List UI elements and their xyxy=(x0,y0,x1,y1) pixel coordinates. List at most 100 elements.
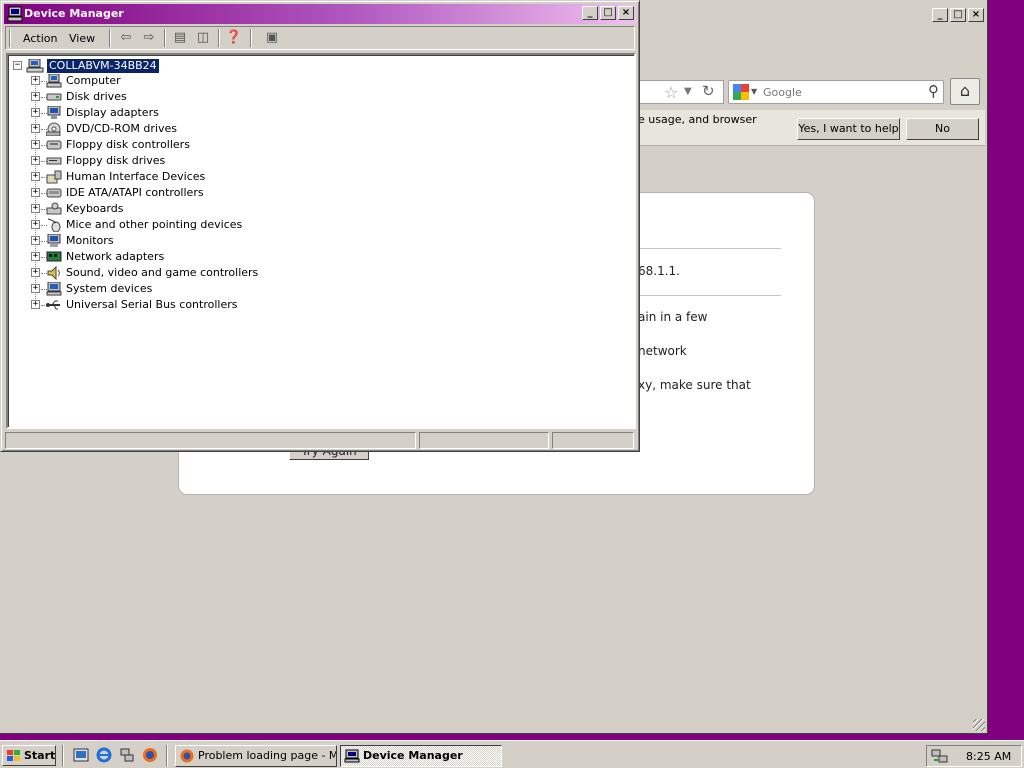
expand-icon[interactable]: + xyxy=(31,76,40,85)
bookmark-star-icon[interactable]: ☆ xyxy=(664,83,678,102)
expand-icon[interactable]: + xyxy=(31,108,40,117)
back-arrow-icon[interactable]: ⇦ xyxy=(117,30,135,46)
expand-icon[interactable]: + xyxy=(31,252,40,261)
minimize-button[interactable]: _ xyxy=(582,6,598,20)
expand-icon[interactable]: + xyxy=(31,268,40,277)
expand-icon[interactable]: + xyxy=(31,220,40,229)
search-box[interactable]: ▼ Google ⚲ xyxy=(728,80,944,104)
resize-grip[interactable] xyxy=(973,719,985,731)
close-button[interactable]: × xyxy=(968,8,984,22)
toolbar-grip xyxy=(9,29,11,47)
menu-view[interactable]: View xyxy=(69,32,95,45)
device-tree[interactable]: − COLLABVM-34BB24 + Computer + Disk drives +… xyxy=(6,53,636,429)
tree-item[interactable]: + Floppy disk drives xyxy=(8,153,408,169)
maximize-button[interactable]: □ xyxy=(950,8,966,22)
tree-item[interactable]: + Mice and other pointing devices xyxy=(8,217,408,233)
google-logo-icon xyxy=(733,84,749,100)
scan-hardware-icon[interactable]: ▣ xyxy=(263,30,281,46)
tree-item[interactable]: + Monitors xyxy=(8,233,408,249)
forward-arrow-icon[interactable]: ⇨ xyxy=(140,30,158,46)
usb-icon xyxy=(46,300,60,310)
tree-item[interactable]: + Universal Serial Bus controllers xyxy=(8,297,408,313)
device-manager-icon xyxy=(7,6,23,22)
tree-item-label: Sound, video and game controllers xyxy=(66,266,259,279)
search-placeholder: Google xyxy=(763,86,802,99)
expand-icon[interactable]: + xyxy=(31,236,40,245)
tree-item[interactable]: + Human Interface Devices xyxy=(8,169,408,185)
up-folder-icon[interactable]: ▤ xyxy=(171,30,189,46)
title-bar[interactable]: Device Manager _ □ × xyxy=(4,4,636,24)
reload-icon[interactable]: ↻ xyxy=(702,82,715,100)
network-icon[interactable] xyxy=(119,747,135,763)
tree-item[interactable]: + Keyboards xyxy=(8,201,408,217)
error-text-retry: ain in a few xyxy=(638,310,708,324)
computer-name[interactable]: COLLABVM-34BB24 xyxy=(46,58,160,74)
yes-help-button[interactable]: Yes, I want to help xyxy=(797,118,900,140)
toolbar-separator xyxy=(218,29,220,47)
browser-nav-bar: ☆ ▼ ↻ ▼ Google ⚲ ⌂ xyxy=(640,78,984,106)
tree-item-label: DVD/CD-ROM drives xyxy=(66,122,177,135)
tree-item[interactable]: + Disk drives xyxy=(8,89,408,105)
browser-caption-buttons: _ □ × xyxy=(932,8,984,22)
expand-icon[interactable]: + xyxy=(31,188,40,197)
tree-item[interactable]: + Network adapters xyxy=(8,249,408,265)
status-pane xyxy=(5,432,416,449)
sound-icon xyxy=(47,266,60,280)
ide-controller-icon xyxy=(46,188,62,198)
minimize-button[interactable]: _ xyxy=(932,8,948,22)
disk-drive-icon xyxy=(46,93,62,101)
search-icon[interactable]: ⚲ xyxy=(928,82,939,100)
collapse-icon[interactable]: − xyxy=(13,61,22,70)
tree-item-label: Mice and other pointing devices xyxy=(66,218,243,231)
properties-help-icon[interactable]: ❓ xyxy=(225,30,243,46)
taskbar-separator xyxy=(166,745,168,766)
menu-action[interactable]: Action xyxy=(23,32,57,45)
expand-icon[interactable]: + xyxy=(31,172,40,181)
notification-message: e usage, and browser xyxy=(638,113,757,126)
expand-icon[interactable]: + xyxy=(31,284,40,293)
home-button[interactable]: ⌂ xyxy=(950,78,980,105)
task-button-firefox[interactable]: Problem loading page - M... xyxy=(175,745,337,767)
search-engine-dropdown-icon[interactable]: ▼ xyxy=(751,87,757,96)
display-adapter-icon xyxy=(47,106,61,119)
close-button[interactable]: × xyxy=(618,6,634,20)
controller-icon xyxy=(46,140,62,150)
tree-item[interactable]: + IDE ATA/ATAPI controllers xyxy=(8,185,408,201)
no-button[interactable]: No xyxy=(906,118,979,140)
status-pane xyxy=(419,432,549,449)
expand-icon[interactable]: + xyxy=(31,300,40,309)
tree-item[interactable]: + System devices xyxy=(8,281,408,297)
expand-icon[interactable]: + xyxy=(31,124,40,133)
task-button-device-manager[interactable]: Device Manager xyxy=(340,745,502,767)
expand-icon[interactable]: + xyxy=(31,92,40,101)
internet-explorer-icon[interactable] xyxy=(96,747,112,763)
tree-item[interactable]: + Sound, video and game controllers xyxy=(8,265,408,281)
show-desktop-icon[interactable] xyxy=(73,747,89,763)
tree-item-label: Display adapters xyxy=(66,106,159,119)
tree-item[interactable]: + Floppy disk controllers xyxy=(8,137,408,153)
start-button[interactable]: Start xyxy=(2,745,56,766)
url-bar[interactable]: ☆ ▼ ↻ xyxy=(640,80,724,104)
expand-icon[interactable]: + xyxy=(31,140,40,149)
tree-item[interactable]: + Computer xyxy=(8,73,408,89)
toolbar-separator xyxy=(250,29,252,47)
show-hide-tree-icon[interactable]: ◫ xyxy=(194,30,212,46)
expand-icon[interactable]: + xyxy=(31,204,40,213)
tree-item[interactable]: + Display adapters xyxy=(8,105,408,121)
tree-item[interactable]: + DVD/CD-ROM drives xyxy=(8,121,408,137)
task-label: Problem loading page - M... xyxy=(198,749,337,762)
expand-icon[interactable]: + xyxy=(31,156,40,165)
history-dropdown-icon[interactable]: ▼ xyxy=(684,86,692,97)
tree-item-label: Keyboards xyxy=(66,202,124,215)
system-tray: 8:25 AM xyxy=(926,745,1022,767)
home-icon: ⌂ xyxy=(959,81,971,100)
system-devices-icon xyxy=(46,282,62,296)
toolbar-separator xyxy=(109,29,111,47)
toolbar-separator xyxy=(164,29,166,47)
network-status-icon[interactable] xyxy=(931,748,949,764)
maximize-button[interactable]: □ xyxy=(600,6,616,20)
cdrom-icon xyxy=(46,122,61,136)
error-divider xyxy=(640,248,781,249)
clock[interactable]: 8:25 AM xyxy=(966,750,1011,763)
firefox-icon[interactable] xyxy=(142,747,158,763)
